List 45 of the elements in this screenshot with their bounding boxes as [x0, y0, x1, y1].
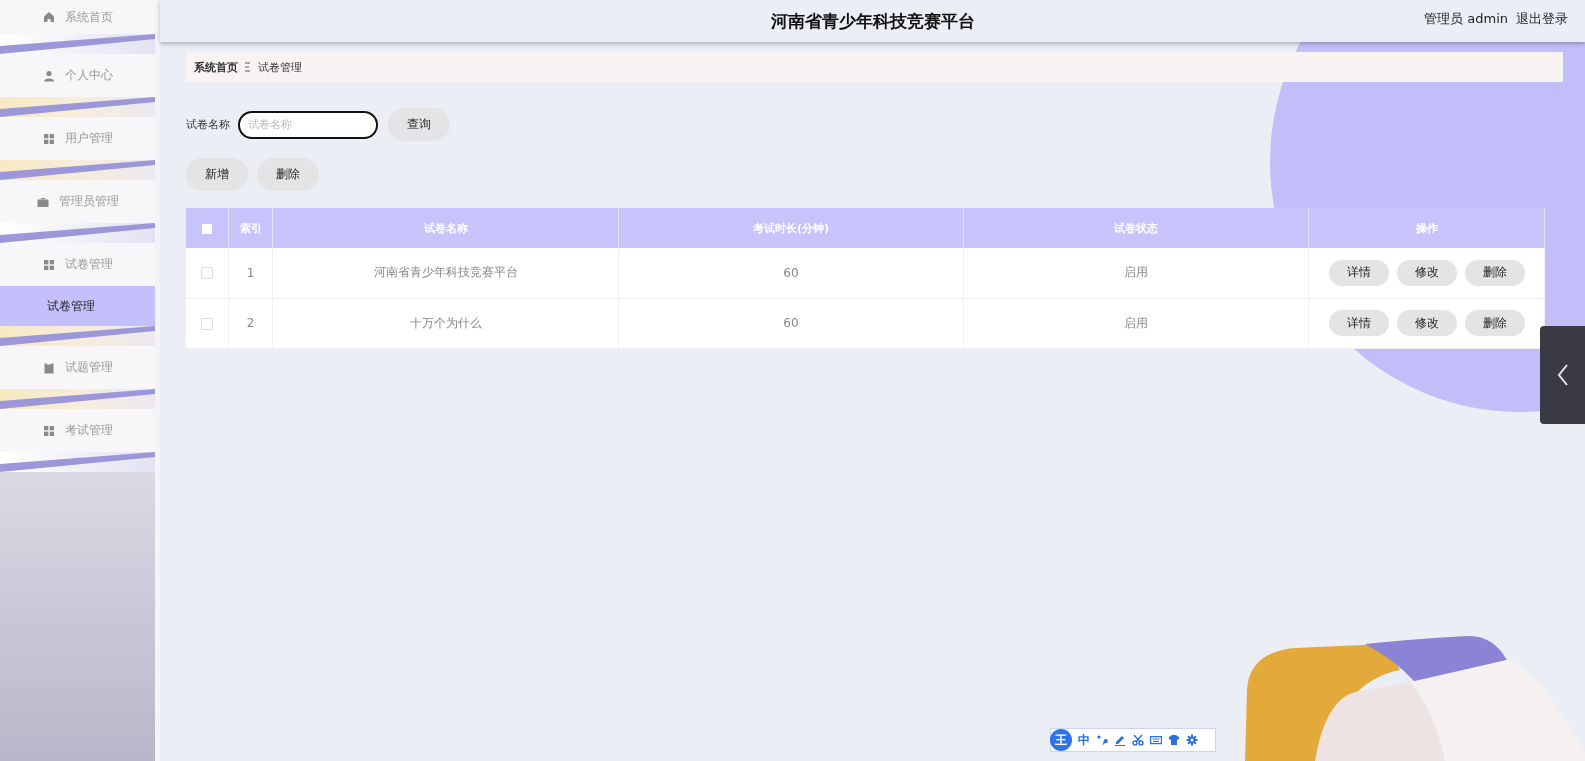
- punctuation-icon[interactable]: [1096, 734, 1108, 746]
- table-cell: 60: [618, 248, 964, 298]
- table-cell: 2: [228, 298, 273, 348]
- table-cell: 启用: [963, 248, 1309, 298]
- row-action-button[interactable]: 详情: [1328, 310, 1389, 336]
- row-action-button[interactable]: 修改: [1396, 310, 1457, 336]
- search-label: 试卷名称: [186, 117, 230, 132]
- grid-icon: [42, 258, 55, 271]
- ime-logo[interactable]: 王: [1050, 729, 1072, 751]
- action-button[interactable]: 删除: [257, 158, 319, 191]
- logout-link[interactable]: 退出登录: [1516, 10, 1568, 28]
- sidebar-subitem[interactable]: 试卷管理: [0, 286, 155, 326]
- admin-label: 管理员 admin: [1424, 10, 1508, 28]
- table-cell: 60: [618, 298, 964, 348]
- keyboard-icon[interactable]: [1150, 734, 1162, 746]
- breadcrumb-link[interactable]: 系统首页: [194, 59, 238, 75]
- table-cell: 1: [228, 248, 273, 298]
- settings-icon[interactable]: [1186, 734, 1198, 746]
- grid-icon: [42, 132, 55, 145]
- clipboard-icon: [42, 361, 55, 374]
- scissors-icon[interactable]: [1132, 734, 1144, 746]
- table-cell: 十万个为什么: [272, 298, 619, 348]
- home-icon: [42, 11, 55, 23]
- ime-mode-toggle[interactable]: 中: [1078, 731, 1090, 749]
- table-cell: 启用: [963, 298, 1309, 348]
- action-button[interactable]: 新增: [186, 158, 248, 191]
- chevron-left-icon: [1556, 364, 1569, 386]
- table-cell: 河南省青少年科技竞赛平台: [272, 248, 619, 298]
- shirt-icon[interactable]: [1168, 734, 1180, 746]
- row-action-button[interactable]: 详情: [1328, 259, 1389, 286]
- breadcrumb-link[interactable]: 试卷管理: [258, 59, 302, 75]
- select-all-checkbox[interactable]: [202, 223, 212, 234]
- row-checkbox[interactable]: [201, 267, 213, 280]
- grid-icon: [42, 424, 55, 437]
- separator-icon: [245, 62, 251, 72]
- row-action-button[interactable]: 删除: [1464, 259, 1525, 286]
- row-action-button[interactable]: 删除: [1464, 310, 1525, 336]
- row-checkbox[interactable]: [201, 317, 213, 330]
- user-icon: [42, 69, 55, 82]
- search-button[interactable]: 查询: [388, 108, 450, 141]
- search-field[interactable]: 试卷名称: [238, 110, 378, 139]
- pen-icon[interactable]: [1114, 734, 1126, 746]
- site-title: 河南省青少年科技竞赛平台: [770, 9, 975, 33]
- row-action-button[interactable]: 修改: [1396, 259, 1457, 286]
- briefcase-icon: [36, 195, 49, 208]
